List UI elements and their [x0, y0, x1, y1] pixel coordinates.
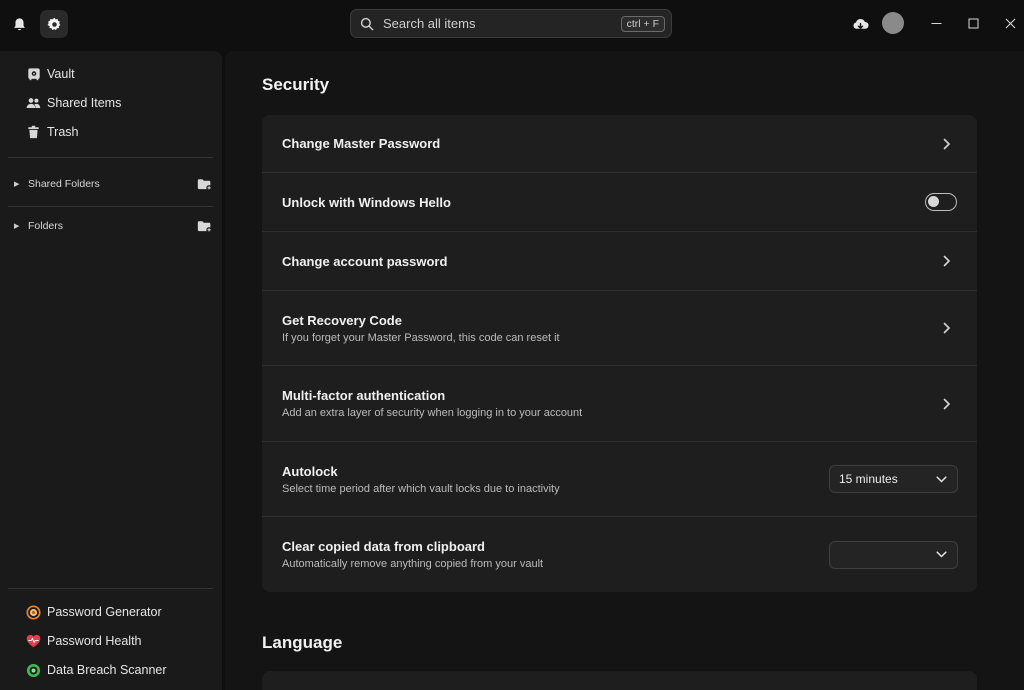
divider	[8, 588, 213, 589]
sidebar-item-label: Password Health	[47, 634, 142, 648]
search-placeholder: Search all items	[383, 16, 476, 31]
clear-clipboard-select[interactable]	[829, 540, 958, 569]
sidebar-item-trash[interactable]: Trash	[26, 121, 79, 143]
divider	[8, 157, 213, 158]
row-subtitle: Add an extra layer of security when logg…	[282, 407, 583, 419]
row-subtitle: Automatically remove anything copied fro…	[282, 558, 544, 570]
row-subtitle: Select time period after which vault loc…	[282, 482, 560, 495]
toggle-knob	[928, 196, 939, 207]
row-title: Change Master Password	[282, 136, 441, 151]
minimize-icon[interactable]	[926, 13, 946, 33]
password-generator-icon	[26, 604, 41, 620]
change-account-password-row[interactable]: Change account password	[262, 232, 977, 291]
sidebar-item-label: Shared Items	[47, 96, 122, 110]
sidebar-section-shared-folders[interactable]: ▶ Shared Folders	[14, 174, 212, 194]
sidebar-item-password-generator[interactable]: Password Generator	[26, 601, 162, 623]
language-settings-card	[262, 671, 977, 690]
divider	[8, 206, 213, 207]
sidebar-item-label: Trash	[47, 125, 79, 139]
add-folder-icon[interactable]	[196, 218, 212, 234]
windows-hello-toggle[interactable]	[925, 193, 957, 211]
close-icon[interactable]	[1000, 13, 1020, 33]
row-subtitle: If you forget your Master Password, this…	[282, 331, 560, 344]
security-section-title: Security	[262, 75, 330, 94]
row-title: Change account password	[282, 253, 448, 269]
data-breach-scanner-icon	[26, 663, 41, 678]
sidebar-item-label: Password Generator	[47, 605, 162, 619]
expand-triangle-icon[interactable]: ▶	[14, 180, 24, 188]
change-master-password-row[interactable]: Change Master Password	[262, 115, 977, 173]
vault-icon	[26, 67, 41, 82]
title-bar: Search all items ctrl + F	[0, 0, 1024, 48]
get-recovery-code-row[interactable]: Get Recovery Code If you forget your Mas…	[262, 291, 977, 366]
autolock-row: Autolock Select time period after which …	[262, 442, 977, 517]
select-value: 15 minutes	[839, 472, 898, 486]
people-icon	[26, 96, 41, 111]
row-title: Get Recovery Code	[282, 312, 402, 328]
chevron-down-icon	[934, 472, 948, 486]
row-title: Clear copied data from clipboard	[282, 539, 485, 554]
sidebar-item-data-breach-scanner[interactable]: Data Breach Scanner	[26, 659, 167, 681]
maximize-icon[interactable]	[963, 13, 983, 33]
language-section-title: Language	[262, 633, 343, 652]
notifications-bell-icon[interactable]	[5, 10, 33, 38]
multi-factor-authentication-row[interactable]: Multi-factor authentication Add an extra…	[262, 366, 977, 442]
search-shortcut-badge: ctrl + F	[620, 15, 665, 32]
password-health-icon	[26, 634, 41, 649]
sidebar: Vault Shared Items Trash ▶ Shared Folder…	[0, 51, 222, 690]
autolock-select[interactable]: 15 minutes	[829, 465, 958, 493]
add-shared-folder-icon[interactable]	[196, 176, 212, 192]
sync-cloud-icon[interactable]	[846, 10, 874, 38]
expand-triangle-icon[interactable]: ▶	[14, 222, 24, 230]
security-settings-card: Change Master Password Unlock with Windo…	[262, 115, 977, 592]
section-label: Folders	[28, 220, 64, 232]
settings-gear-icon[interactable]	[40, 10, 68, 38]
chevron-right-icon	[939, 136, 955, 152]
chevron-right-icon	[939, 253, 955, 269]
clear-clipboard-row: Clear copied data from clipboard Automat…	[262, 517, 977, 592]
chevron-right-icon	[939, 320, 955, 336]
search-icon	[360, 16, 376, 32]
trash-icon	[26, 125, 41, 140]
chevron-down-icon	[934, 548, 948, 562]
row-title: Autolock	[282, 463, 338, 479]
section-label: Shared Folders	[28, 178, 100, 190]
row-title: Unlock with Windows Hello	[282, 194, 451, 210]
row-title: Multi-factor authentication	[282, 388, 446, 403]
main-content: Security Change Master Password Unlock w…	[225, 51, 1024, 690]
unlock-windows-hello-row: Unlock with Windows Hello	[262, 173, 977, 232]
search-bar[interactable]: Search all items ctrl + F	[350, 9, 672, 38]
sidebar-item-password-health[interactable]: Password Health	[26, 630, 142, 652]
sidebar-item-vault[interactable]: Vault	[26, 63, 75, 85]
sidebar-section-folders[interactable]: ▶ Folders	[14, 216, 212, 236]
sidebar-item-label: Vault	[47, 67, 75, 81]
sidebar-item-shared-items[interactable]: Shared Items	[26, 92, 121, 114]
avatar[interactable]	[882, 12, 904, 34]
chevron-right-icon	[939, 396, 955, 412]
sidebar-item-label: Data Breach Scanner	[47, 663, 167, 677]
